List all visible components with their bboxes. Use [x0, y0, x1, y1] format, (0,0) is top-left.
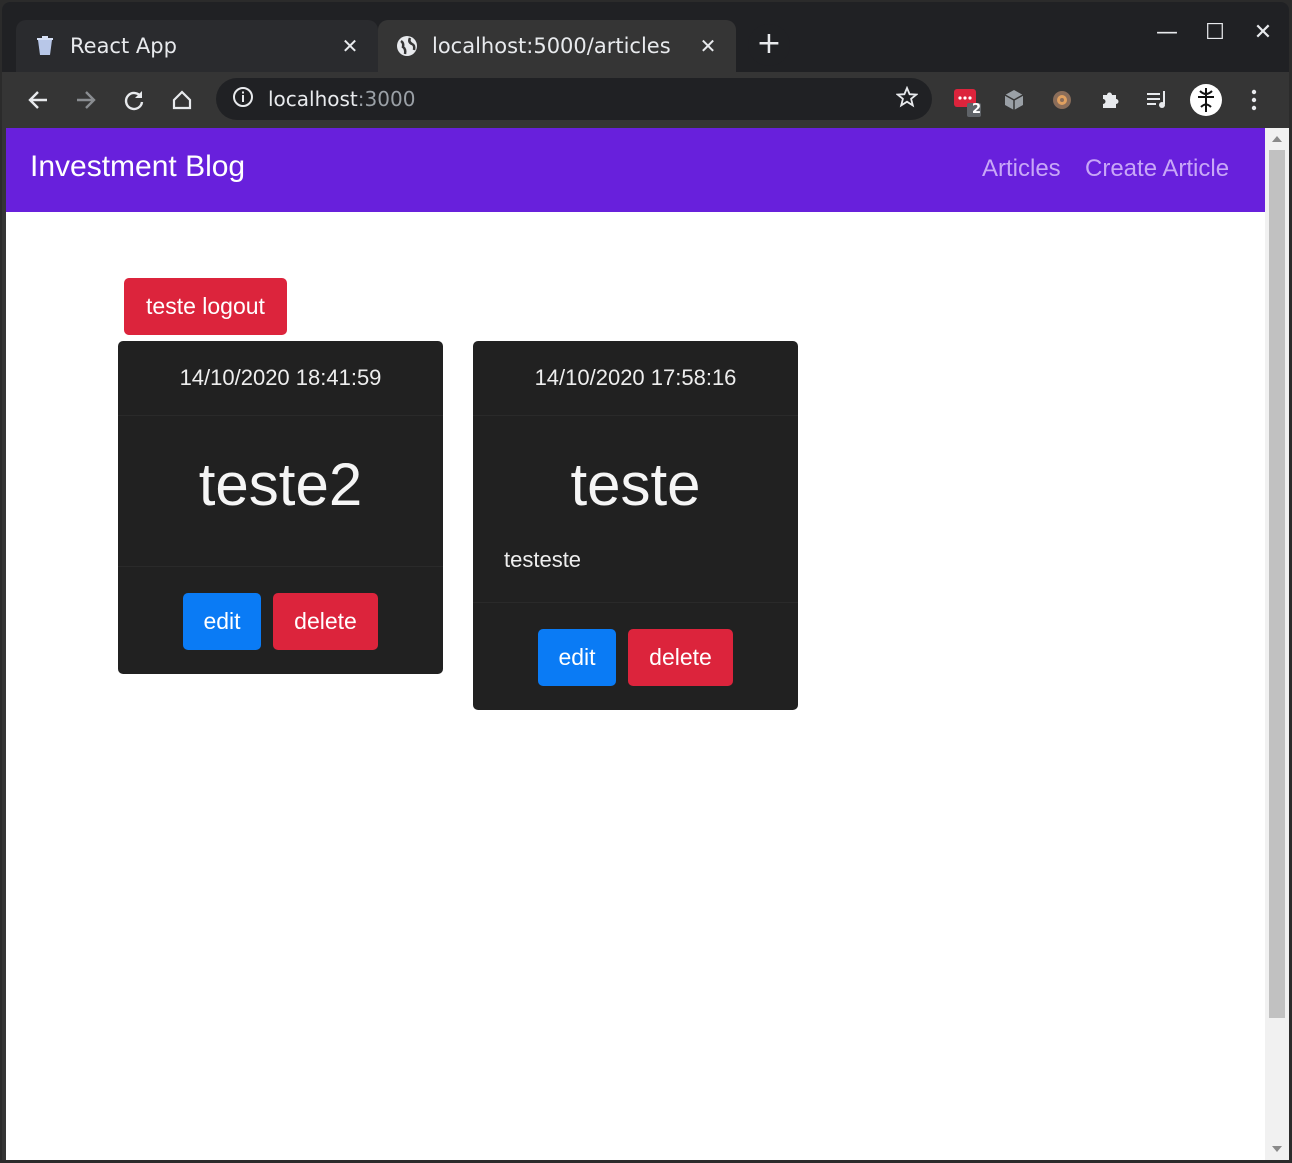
minimize-icon[interactable]: —: [1152, 20, 1182, 45]
browser-toolbar: localhost:3000 2: [2, 72, 1289, 128]
page-scrollbar[interactable]: [1265, 128, 1289, 1160]
globe-icon: [396, 35, 418, 57]
article-card: 14/10/2020 17:58:16 teste testeste edit …: [473, 341, 798, 710]
tab-react-app[interactable]: React App ✕: [16, 20, 378, 72]
brand-title[interactable]: Investment Blog: [30, 150, 245, 184]
article-card: 14/10/2020 18:41:59 teste2 edit delete: [118, 341, 443, 674]
menu-kebab-icon[interactable]: [1234, 80, 1274, 120]
close-tab-icon[interactable]: ✕: [338, 34, 362, 58]
article-body: teste testeste: [473, 416, 798, 603]
app-navbar: Investment Blog Articles Create Article: [6, 128, 1265, 212]
logout-button[interactable]: teste logout: [124, 278, 287, 335]
reload-icon[interactable]: [114, 80, 154, 120]
page-viewport: Investment Blog Articles Create Article …: [6, 128, 1265, 1160]
tab-strip: React App ✕ localhost:5000/articles ✕ + …: [2, 2, 1289, 72]
article-title: teste2: [198, 451, 363, 518]
article-body: teste2: [118, 416, 443, 567]
info-icon[interactable]: [232, 86, 254, 112]
puzzle-extensions-icon[interactable]: [1090, 80, 1130, 120]
tab-title: React App: [70, 34, 177, 58]
extension-badge: 2: [972, 102, 982, 117]
article-date: 14/10/2020 17:58:16: [473, 341, 798, 416]
tab-localhost-articles[interactable]: localhost:5000/articles ✕: [378, 20, 736, 72]
nav-link-create-article[interactable]: Create Article: [1085, 155, 1229, 183]
tab-title: localhost:5000/articles: [432, 34, 671, 58]
scroll-up-arrow-icon[interactable]: [1272, 136, 1282, 142]
media-queue-icon[interactable]: [1138, 80, 1178, 120]
cube-extension-icon[interactable]: [994, 80, 1034, 120]
bookmark-star-icon[interactable]: [895, 85, 919, 112]
edit-button[interactable]: edit: [538, 629, 616, 686]
delete-button[interactable]: delete: [273, 593, 378, 650]
close-tab-icon[interactable]: ✕: [696, 34, 720, 58]
delete-button[interactable]: delete: [628, 629, 733, 686]
avatar[interactable]: [1186, 80, 1226, 120]
maximize-icon[interactable]: ☐: [1200, 20, 1230, 45]
scroll-down-arrow-icon[interactable]: [1272, 1146, 1282, 1152]
article-actions: edit delete: [473, 603, 798, 710]
address-bar[interactable]: localhost:3000: [216, 78, 932, 120]
url-text[interactable]: localhost:3000: [268, 87, 896, 111]
forward-icon[interactable]: [66, 80, 106, 120]
back-icon[interactable]: [18, 80, 58, 120]
gear-extension-icon[interactable]: [1042, 80, 1082, 120]
home-icon[interactable]: [162, 80, 202, 120]
article-title: teste: [570, 451, 701, 518]
browser-window: React App ✕ localhost:5000/articles ✕ + …: [2, 2, 1289, 1160]
new-tab-button[interactable]: +: [748, 24, 790, 66]
close-window-icon[interactable]: ✕: [1248, 20, 1278, 45]
article-text: testeste: [504, 547, 582, 572]
article-actions: edit delete: [118, 567, 443, 674]
edit-button[interactable]: edit: [183, 593, 261, 650]
extension-red-icon[interactable]: 2: [946, 80, 986, 120]
article-date: 14/10/2020 18:41:59: [118, 341, 443, 416]
scrollbar-thumb[interactable]: [1269, 150, 1285, 1018]
trash-can-icon: [34, 35, 56, 57]
nav-link-articles[interactable]: Articles: [982, 155, 1061, 183]
